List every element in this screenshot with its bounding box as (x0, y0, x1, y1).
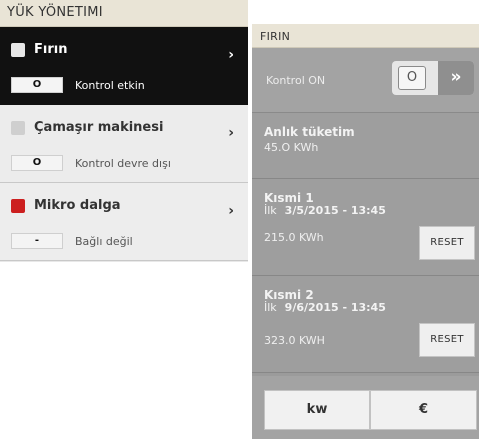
first-label: İlk (264, 301, 277, 314)
appliance-item-oven[interactable]: Fırın › O Kontrol etkin (0, 27, 248, 105)
status-text: Kontrol devre dışı (75, 156, 171, 170)
partial-1-title: Kısmi 1 (264, 191, 314, 205)
partial-2-first-row: İlk 9/6/2015 - 13:45 (264, 301, 386, 314)
status-text: Bağlı değil (75, 234, 133, 248)
partial-2-title: Kısmi 2 (264, 288, 314, 302)
instant-consumption-value: 45.O KWh (264, 141, 319, 154)
status-indicator: - (11, 233, 63, 249)
first-label: İlk (264, 204, 277, 217)
instant-consumption-section: Anlık tüketim 45.O KWh (252, 113, 479, 179)
partial-1-value: 215.0 KWh (264, 231, 324, 244)
appliance-color-swatch (11, 198, 25, 213)
appliance-name: Çamaşır makinesi (34, 120, 164, 135)
appliance-color-swatch (11, 120, 25, 135)
control-toggle[interactable]: O » (392, 61, 474, 95)
chevron-right-icon[interactable]: › (228, 125, 234, 141)
panel-title: YÜK YÖNETIMI (0, 0, 248, 27)
unit-kw-button[interactable]: kw (264, 390, 370, 430)
appliance-item-microwave[interactable]: Mikro dalga › - Bağlı değil (0, 183, 248, 261)
first-date: 9/6/2015 - 13:45 (284, 301, 386, 314)
unit-selector: kw € (252, 376, 479, 439)
chevron-right-icon[interactable]: › (228, 47, 234, 63)
control-label: Kontrol ON (266, 74, 326, 87)
oven-detail-panel: FIRIN Kontrol ON O » Anlık tüketim 45.O … (252, 24, 479, 439)
partial-2-value: 323.0 KWH (264, 334, 325, 347)
appliance-status-row: O Kontrol devre dışı (11, 155, 171, 171)
partial-1-first-row: İlk 3/5/2015 - 13:45 (264, 204, 386, 217)
status-text: Kontrol etkin (75, 78, 145, 92)
appliance-name: Mikro dalga (34, 198, 121, 213)
status-indicator: O (11, 77, 63, 93)
detail-title: FIRIN (252, 24, 479, 48)
appliance-title-row: Mikro dalga (11, 198, 121, 213)
load-management-panel: YÜK YÖNETIMI Fırın › O Kontrol etkin Çam… (0, 0, 248, 262)
partial-2-section: Kısmi 2 İlk 9/6/2015 - 13:45 323.0 KWH RE… (252, 276, 479, 373)
appliance-title-row: Çamaşır makinesi (11, 120, 163, 135)
reset-button[interactable]: RESET (419, 323, 475, 357)
control-row: Kontrol ON O » (252, 48, 479, 113)
partial-1-section: Kısmi 1 İlk 3/5/2015 - 13:45 215.0 KWh RE… (252, 179, 479, 276)
appliance-color-swatch (11, 42, 25, 57)
first-date: 3/5/2015 - 13:45 (284, 204, 386, 217)
double-chevron-right-icon[interactable]: » (438, 61, 474, 95)
chevron-right-icon[interactable]: › (228, 203, 234, 219)
appliance-status-row: O Kontrol etkin (11, 77, 145, 93)
unit-euro-button[interactable]: € (370, 390, 477, 430)
status-indicator: O (11, 155, 63, 171)
appliance-title-row: Fırın (11, 42, 67, 57)
reset-button[interactable]: RESET (419, 226, 475, 260)
appliance-name: Fırın (34, 42, 68, 57)
instant-consumption-title: Anlık tüketim (264, 125, 355, 139)
toggle-knob[interactable]: O (398, 66, 426, 90)
appliance-item-washing-machine[interactable]: Çamaşır makinesi › O Kontrol devre dışı (0, 105, 248, 183)
appliance-status-row: - Bağlı değil (11, 233, 133, 249)
